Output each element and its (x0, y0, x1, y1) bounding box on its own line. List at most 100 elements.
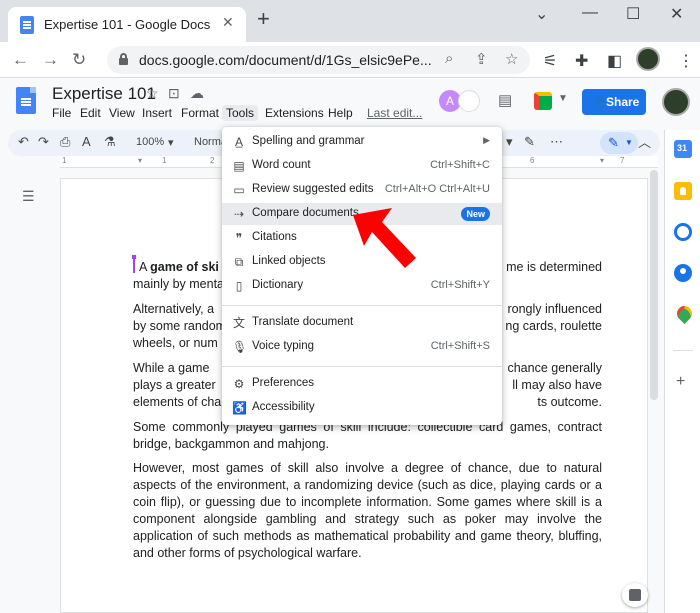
shortcut-text: Ctrl+Shift+Y (430, 279, 490, 291)
browser-menu-icon[interactable]: ⋮ (678, 51, 694, 71)
tools-menu: A̲ Spelling and grammar ▶ ▤ Word count C… (222, 127, 502, 425)
menu-edit[interactable]: Edit (80, 106, 101, 120)
ruler-mark: 6 (530, 156, 535, 165)
minimize-button[interactable]: — (582, 4, 598, 22)
add-addon-icon[interactable]: + (676, 373, 685, 391)
menu-view[interactable]: View (109, 106, 135, 120)
docs-file-icon (20, 16, 34, 34)
search-icon[interactable]: ⌕ (445, 50, 453, 67)
menu-item-review-edits[interactable]: ▭ Review suggested edits Ctrl+Alt+O Ctrl… (222, 179, 502, 201)
collaborator-avatar-2[interactable] (458, 90, 480, 112)
para-3-start: While a game (133, 361, 210, 375)
move-folder-icon[interactable]: ⊡ (168, 85, 180, 102)
vertical-scrollbar[interactable] (650, 170, 658, 400)
lock-icon (119, 53, 128, 65)
document-outline-icon[interactable]: ☰ (22, 188, 35, 205)
maps-icon[interactable] (674, 306, 692, 324)
forward-icon[interactable]: → (42, 50, 59, 70)
keep-icon[interactable] (674, 182, 692, 200)
person-add-icon: 👤 (591, 95, 606, 109)
tab-search-icon[interactable]: ⌄ (535, 4, 548, 24)
profile-avatar[interactable] (636, 47, 660, 71)
menu-tools[interactable]: Tools (222, 105, 259, 121)
reload-icon[interactable]: ↻ (72, 50, 86, 70)
calendar-icon[interactable] (674, 140, 692, 158)
docs-header: Expertise 101 ☆ ⊡ ☁ File Edit View Inser… (0, 79, 700, 129)
spellcheck-icon[interactable]: A (82, 134, 91, 149)
back-icon[interactable]: ← (12, 50, 29, 70)
meet-icon (534, 92, 552, 110)
address-bar[interactable]: docs.google.com/document/d/1Gs_elsic9ePe… (107, 46, 530, 74)
para-3-end: chance generally (507, 361, 602, 375)
comments-icon[interactable]: ▤ (498, 91, 512, 109)
para-2-line2-end: ng cards, roulette (505, 319, 602, 333)
maximize-button[interactable]: ☐ (626, 4, 640, 24)
menu-item-translate[interactable]: 文 Translate document (222, 312, 502, 334)
puzzle-extensions-icon[interactable]: ✚ (575, 51, 588, 71)
share-label: Share (606, 95, 640, 109)
preferences-icon: ⚙ (233, 377, 245, 391)
menu-item-spelling-grammar[interactable]: A̲ Spelling and grammar ▶ (222, 131, 502, 153)
word-count-icon: ▤ (233, 159, 245, 173)
editing-mode-button[interactable]: ✎ ▼ (600, 132, 638, 154)
paint-format-icon[interactable]: ⚗ (104, 134, 116, 150)
zoom-select[interactable]: 100% (136, 136, 164, 148)
menu-item-label: Word count (252, 159, 311, 171)
extension-icon[interactable]: ⚟ (543, 51, 557, 71)
document-title[interactable]: Expertise 101 (52, 84, 156, 104)
microphone-icon: 🎙 (232, 340, 248, 354)
tasks-icon[interactable] (674, 223, 692, 241)
menu-item-dictionary[interactable]: ▯ Dictionary Ctrl+Shift+Y (222, 275, 502, 297)
menu-item-word-count[interactable]: ▤ Word count Ctrl+Shift+C (222, 155, 502, 177)
paragraph-5: However, most games of skill also involv… (133, 461, 602, 560)
ruler-right-indent[interactable]: ▾ (600, 156, 604, 165)
menu-item-label: Accessibility (252, 401, 315, 413)
menu-item-label: Translate document (252, 316, 354, 328)
accessibility-icon: ♿ (232, 401, 247, 415)
highlight-color-icon[interactable]: ▾ (506, 134, 513, 150)
bookmark-star-icon[interactable]: ☆ (505, 50, 518, 68)
redo-icon[interactable]: ↷ (38, 134, 49, 150)
tab-close-icon[interactable]: ✕ (222, 14, 234, 31)
para-2-line2-start: by some random (133, 319, 227, 333)
menu-help[interactable]: Help (328, 106, 353, 120)
menu-item-label: Review suggested edits (252, 183, 374, 195)
share-page-icon[interactable]: ⇪ (475, 50, 488, 68)
print-icon[interactable]: ⎙ (60, 134, 70, 150)
side-panel-icon[interactable]: ◧ (607, 51, 622, 71)
share-button[interactable]: 👤 Share (582, 89, 646, 115)
menu-divider (222, 366, 502, 367)
pen-icon[interactable]: ✎ (524, 134, 535, 150)
menu-file[interactable]: File (52, 106, 71, 120)
browser-tab[interactable]: Expertise 101 - Google Docs ✕ (8, 7, 246, 42)
menu-item-preferences[interactable]: ⚙ Preferences (222, 373, 502, 395)
chevron-down-icon: ▼ (558, 93, 568, 104)
side-panel: + (664, 130, 700, 613)
contacts-icon[interactable] (674, 264, 692, 282)
undo-icon[interactable]: ↶ (18, 134, 29, 150)
close-window-button[interactable]: ✕ (670, 4, 683, 24)
menu-divider (222, 305, 502, 306)
docs-logo-icon[interactable] (16, 87, 36, 114)
explore-icon[interactable] (622, 583, 648, 607)
meet-button[interactable]: ▼ (534, 90, 572, 114)
collapse-menus-icon[interactable]: ︿ (638, 132, 651, 151)
linked-objects-icon: ⧉ (234, 255, 244, 269)
zoom-chevron-icon[interactable]: ▾ (168, 136, 174, 149)
menu-item-voice-typing[interactable]: 🎙 Voice typing Ctrl+Shift+S (222, 336, 502, 358)
para-1-end: me is determined (506, 260, 602, 274)
menu-insert[interactable]: Insert (142, 106, 172, 120)
last-edit-link[interactable]: Last edit... (367, 106, 422, 120)
menu-item-accessibility[interactable]: ♿ Accessibility (222, 397, 502, 419)
shortcut-text: Ctrl+Shift+S (430, 340, 490, 352)
new-tab-button[interactable]: + (257, 8, 270, 30)
menu-extensions[interactable]: Extensions (265, 106, 324, 120)
account-avatar[interactable] (662, 88, 690, 116)
pencil-icon: ✎ (608, 135, 619, 150)
star-icon[interactable]: ☆ (146, 85, 159, 102)
shortcut-text: Ctrl+Alt+O Ctrl+Alt+U (384, 183, 490, 195)
more-options-icon[interactable]: ⋯ (550, 134, 563, 150)
compare-icon: ⇢ (233, 207, 245, 221)
menu-format[interactable]: Format (181, 106, 219, 120)
ruler-indent-marker[interactable]: ▾ (138, 156, 142, 165)
